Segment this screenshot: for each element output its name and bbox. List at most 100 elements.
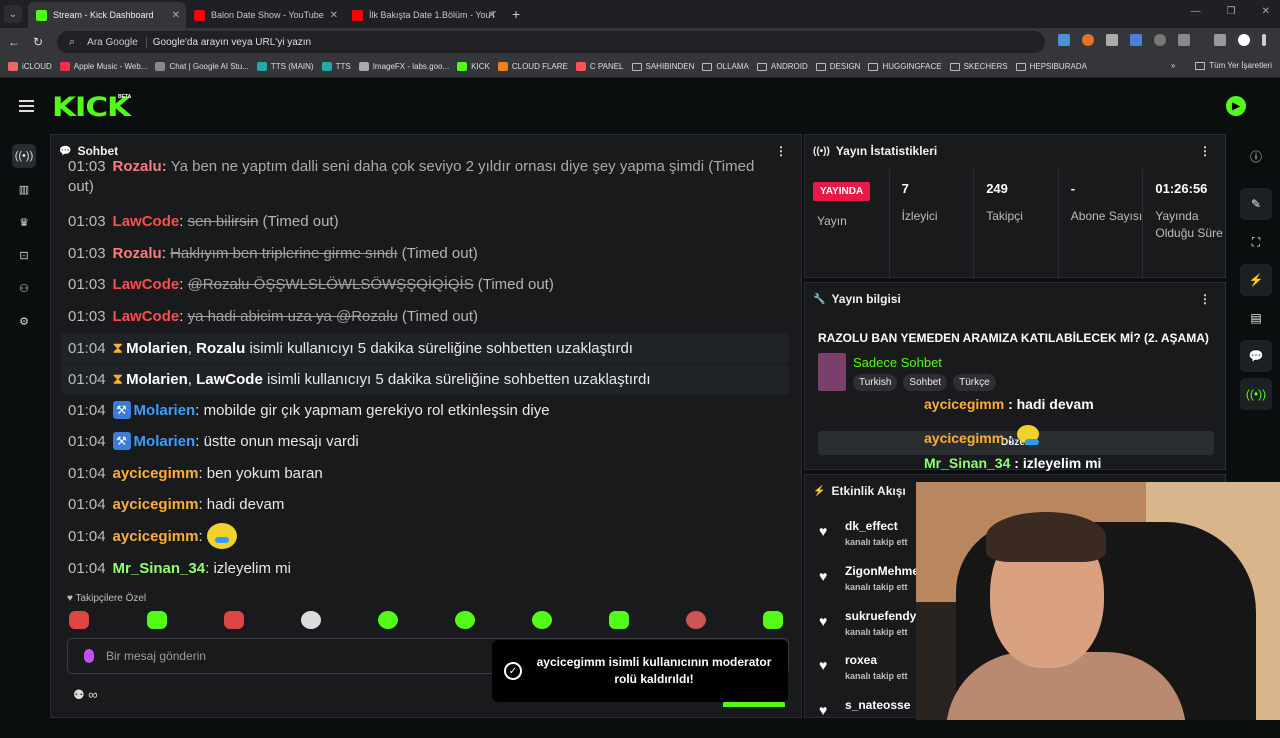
close-tab-icon[interactable]: ✕ [330,10,338,21]
microphone-icon[interactable] [84,649,94,663]
chat-system-message: 01:04 ⧗ Molarien, LawCode isimli kullanıcı… [61,364,789,394]
hourglass-icon: ⧗ [112,370,124,388]
info-icon[interactable]: ⓘ [1240,140,1272,172]
edit-icon[interactable]: ✎ [1240,188,1272,220]
bookmark-folder[interactable]: HEPSIBURADA [1015,62,1087,71]
live-badge: YAYINDA [813,182,871,201]
more-menu-icon[interactable] [1262,34,1266,46]
restore-icon[interactable]: ❐ [1227,6,1236,17]
chat-menu-icon[interactable]: ⋮ [775,144,787,158]
emote-icon[interactable] [378,611,398,629]
hamburger-menu-icon[interactable] [19,100,34,112]
close-tab-icon[interactable]: ✕ [488,10,496,21]
emote-icon[interactable] [147,611,167,629]
emote-icon[interactable] [609,611,629,629]
lightning-icon: ⚡ [813,485,826,497]
folder-icon [949,62,960,71]
chat-message: 01:04 ⚒ Molarien: üstte onun mesajı vardi [68,432,359,450]
youtube-favicon-icon [352,9,363,21]
community-nav-icon[interactable]: ⚇ [12,276,36,300]
overlay-message: aycicegimm : hadi devam [924,396,1094,412]
folder-icon [702,62,713,71]
emote-icon[interactable] [224,611,244,629]
overlay-message: Mr_Sinan_34 : izleyelim mi [924,455,1102,471]
bookmark[interactable]: iCLOUD [8,62,52,71]
emote-icon[interactable] [455,611,475,629]
close-tab-icon[interactable]: ✕ [172,10,180,21]
follower-only-label: ♥ Takipçilere Özel [67,593,147,604]
bookmark[interactable]: TTS (MAIN) [256,62,314,71]
chat-message: 01:04 aycicegimm: [61,521,789,551]
info-menu-icon[interactable]: ⋮ [1199,292,1211,306]
stream-icon[interactable]: ((•)) [1240,378,1272,410]
chat-tools[interactable]: ⚉ ∞ [73,687,98,703]
broadcast-icon: ((•)) [813,145,830,157]
extension-icon[interactable] [1106,34,1118,46]
toast-notification: ✓ aycicegimm isimli kullanıcının moderat… [492,640,788,702]
emote-icon[interactable] [301,611,321,629]
chat-message: 01:04 ⚒ Molarien: mobilde gir çık yapmam g… [68,401,550,419]
bookmark[interactable]: CLOUD FLARE [497,62,568,71]
fullscreen-icon[interactable]: ⛶ [1240,226,1272,258]
moderator-badge-icon: ⚒ [112,432,131,450]
tab-search-button[interactable]: ⌄ [4,5,22,23]
new-tab-button[interactable]: + [512,6,520,22]
bookmark[interactable]: Chat | Google AI Stu... [155,62,249,71]
folder-icon [868,62,879,71]
bookmark-folder[interactable]: SKECHERS [949,62,1008,71]
search-engine-chip[interactable]: Ara Google [87,36,147,48]
reading-list-icon[interactable] [1214,34,1226,46]
bookmark[interactable]: KICK [457,62,490,71]
kick-header: KICK BETA ▶ [0,78,1280,134]
stats-menu-icon[interactable]: ⋮ [1199,144,1211,158]
stream-chat-overlay: aycicegimm : hadi devam aycicegimm : Mr_… [924,394,1184,474]
back-icon[interactable]: ← [2,35,26,49]
translate-icon[interactable] [1130,34,1142,46]
emote-icon [206,523,237,549]
bookmark-folder[interactable]: SAHIBINDEN [631,62,694,71]
beta-badge: BETA [118,94,132,100]
tag-list: Turkish Sohbet Türkçe [853,374,996,391]
folder-icon [631,62,642,71]
notes-icon[interactable]: ▤ [1240,302,1272,334]
tab-youtube-2[interactable]: İlk Bakışta Date 1.Bölüm - YouT ✕ [344,2,502,28]
stream-nav-icon[interactable]: ((•)) [12,144,36,168]
address-bar[interactable]: ⌕ Ara Google Google'da arayın veya URL'y… [57,31,1045,53]
minimize-icon[interactable]: — [1191,6,1201,17]
bookmark[interactable]: TTS [321,62,351,71]
emote-icon[interactable] [532,611,552,629]
chat-message: 01:04 aycicegimm: ben yokum baran [68,464,323,482]
bookmark[interactable]: ImageFX - labs.goo... [358,62,449,71]
quick-actions-icon[interactable]: ⚡ [1240,264,1272,296]
bookmark-folder[interactable]: HUGGINGFACE [868,62,942,71]
chat-icon[interactable]: 💬 [1240,340,1272,372]
bookmark-folder[interactable]: ANDROID [756,62,808,71]
profile-avatar-icon[interactable] [1238,34,1250,46]
extension-icon[interactable] [1082,34,1094,46]
bookmark[interactable]: Apple Music - Web... [59,62,147,71]
tab-youtube-1[interactable]: Balon Date Show - YouTube ✕ [186,2,344,28]
analytics-nav-icon[interactable]: ▥ [12,177,36,201]
all-bookmarks[interactable]: » Tüm Yer İşaretleri [1171,61,1272,70]
trophy-nav-icon[interactable]: ♛ [12,210,36,234]
stat-subscribers: - Abone Sayısı [1059,169,1144,279]
tab-kick-dashboard[interactable]: Stream - Kick Dashboard ✕ [28,2,186,28]
close-window-icon[interactable]: ✕ [1262,6,1270,17]
moderation-nav-icon[interactable]: ⊡ [12,243,36,267]
settings-nav-icon[interactable]: ⚙ [12,309,36,333]
user-avatar-icon[interactable]: ▶ [1226,96,1246,116]
browser-tab-strip: ⌄ Stream - Kick Dashboard ✕ Balon Date S… [0,0,1280,28]
emote-icon[interactable] [69,611,89,629]
bookmark-folder[interactable]: DESIGN [815,62,860,71]
emote-icon[interactable] [763,611,783,629]
emote-icon[interactable] [686,611,706,629]
bookmark-folder[interactable]: OLLAMA [702,62,749,71]
reload-icon[interactable]: ↻ [26,35,50,49]
chat-messages: 01:03 Rozalu: Ya ben ne yaptım dalli sen… [61,157,789,577]
puzzle-icon[interactable] [1178,34,1190,46]
extension-icon[interactable] [1058,34,1070,46]
bookmark[interactable]: C PANEL [575,62,624,71]
extension-icon[interactable] [1154,34,1166,46]
chat-message: 01:03 Rozalu: Haklıyım ben triplerine gir… [68,244,478,262]
category-link[interactable]: Sadece Sohbet [853,355,942,370]
